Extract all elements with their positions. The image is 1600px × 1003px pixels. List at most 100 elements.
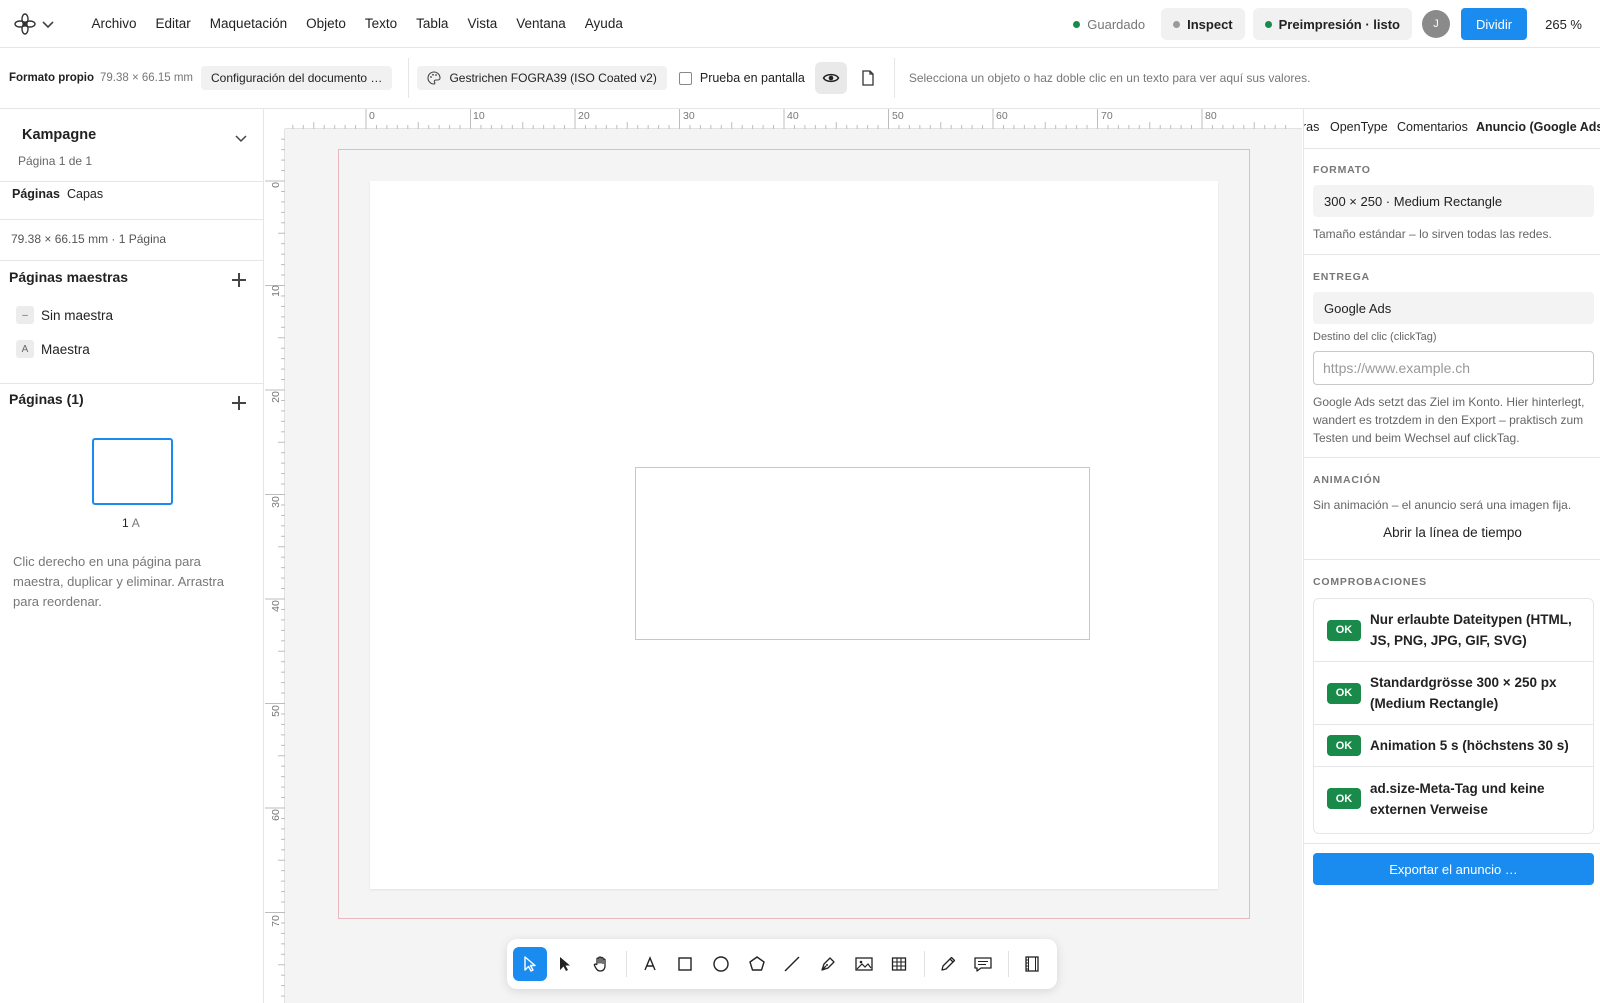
menu-vista[interactable]: Vista bbox=[458, 16, 507, 31]
add-page-icon[interactable] bbox=[232, 396, 246, 410]
ellipse-icon bbox=[713, 956, 729, 972]
chevron-down-icon[interactable] bbox=[234, 131, 248, 145]
check-item: OK Standardgrösse 300 × 250 px (Medium R… bbox=[1314, 662, 1593, 725]
open-timeline-button[interactable]: Abrir la línea de tiempo bbox=[1304, 525, 1600, 540]
tool-direct-select[interactable] bbox=[549, 947, 583, 981]
ok-badge: OK bbox=[1327, 788, 1361, 809]
tool-table[interactable] bbox=[882, 947, 916, 981]
color-profile-button[interactable]: Gestrichen FOGRA39 (ISO Coated v2) bbox=[417, 66, 667, 90]
app-logo-menu[interactable] bbox=[14, 12, 74, 35]
preflight-label: Preimpresión · listo bbox=[1278, 16, 1400, 32]
check-text: ad.size-Meta-Tag und keine externen Verw… bbox=[1370, 780, 1545, 817]
direct-select-icon bbox=[560, 957, 571, 971]
eye-icon bbox=[822, 73, 840, 83]
export-ad-button[interactable]: Exportar el anuncio … bbox=[1313, 853, 1594, 885]
tool-polygon[interactable] bbox=[740, 947, 774, 981]
document-settings-button[interactable]: Configuración del documento … bbox=[201, 66, 393, 90]
format-label: Formato propio bbox=[9, 72, 94, 84]
canvas-area[interactable]: 0 10 20 30 40 50 60 70 80 0 10 20 30 40 … bbox=[265, 109, 1302, 1003]
tool-pencil[interactable] bbox=[931, 947, 965, 981]
ok-badge: OK bbox=[1327, 735, 1361, 756]
ruler-label: 40 bbox=[270, 600, 282, 612]
ruler-label: 20 bbox=[578, 110, 590, 122]
tab-ras[interactable]: ras bbox=[1304, 120, 1319, 134]
tab-opentype[interactable]: OpenType bbox=[1330, 120, 1388, 134]
polygon-icon bbox=[748, 956, 765, 971]
tool-select[interactable] bbox=[513, 947, 547, 981]
menu-texto[interactable]: Texto bbox=[355, 16, 406, 31]
animation-note: Sin animación – el anuncio será una imag… bbox=[1313, 498, 1572, 512]
check-item: OK ad.size-Meta-Tag und keine externen V… bbox=[1314, 767, 1593, 830]
left-panel: Kampagne Página 1 de 1 Páginas Capas 79.… bbox=[0, 109, 264, 1003]
menu-archivo[interactable]: Archivo bbox=[82, 16, 146, 31]
ruler-label: 30 bbox=[270, 496, 282, 508]
ruler-vertical[interactable]: 0 10 20 30 40 50 60 70 bbox=[265, 109, 285, 1003]
topbar-right: Guardado Inspect Preimpresión · listo J … bbox=[1073, 0, 1600, 48]
tool-ellipse[interactable] bbox=[704, 947, 738, 981]
clicktag-input[interactable] bbox=[1313, 351, 1594, 385]
menu-editar[interactable]: Editar bbox=[146, 16, 200, 31]
pages-title: Páginas (1) bbox=[9, 391, 84, 407]
ruler-label: 60 bbox=[270, 809, 282, 821]
document-title[interactable]: Kampagne bbox=[22, 127, 96, 143]
tool-rectangle[interactable] bbox=[669, 947, 703, 981]
save-status: Guardado bbox=[1073, 17, 1145, 32]
clicktag-label: Destino del clic (clickTag) bbox=[1313, 331, 1437, 343]
frame-icon bbox=[1025, 956, 1039, 972]
master-item-a[interactable]: A Maestra bbox=[16, 340, 90, 358]
menu-objeto[interactable]: Objeto bbox=[297, 16, 356, 31]
tool-pen[interactable] bbox=[811, 947, 845, 981]
tab-comentarios[interactable]: Comentarios bbox=[1397, 120, 1468, 134]
tool-notes[interactable] bbox=[967, 947, 1001, 981]
tool-hand[interactable] bbox=[584, 947, 618, 981]
master-item-none[interactable]: – Sin maestra bbox=[16, 306, 113, 324]
delivery-select[interactable]: Google Ads bbox=[1313, 292, 1594, 324]
menu-tabla[interactable]: Tabla bbox=[407, 16, 458, 31]
menu-ventana[interactable]: Ventana bbox=[507, 16, 576, 31]
page-thumbnail[interactable] bbox=[92, 438, 173, 505]
line-icon bbox=[784, 956, 800, 972]
notes-icon bbox=[974, 957, 993, 972]
divider bbox=[1304, 843, 1600, 844]
ruler-horizontal[interactable]: 0 10 20 30 40 50 60 70 80 bbox=[265, 109, 1302, 129]
ruler-label: 40 bbox=[787, 110, 799, 122]
zoom-level[interactable]: 265 % bbox=[1545, 17, 1582, 32]
page-master-letter: A bbox=[131, 516, 140, 530]
tool-text[interactable] bbox=[633, 947, 667, 981]
share-button[interactable]: Dividir bbox=[1461, 8, 1528, 40]
inspect-button[interactable]: Inspect bbox=[1161, 8, 1245, 40]
tools-toolbar bbox=[507, 939, 1057, 989]
preview-toggle-button[interactable] bbox=[814, 62, 847, 94]
rectangle-icon bbox=[678, 957, 693, 971]
tab-paginas[interactable]: Páginas bbox=[12, 187, 60, 201]
divider bbox=[1304, 457, 1600, 458]
softproof-checkbox[interactable] bbox=[678, 71, 692, 85]
chevron-down-icon bbox=[42, 20, 54, 28]
toolbar-separator bbox=[1008, 951, 1010, 977]
format-select[interactable]: 300 × 250 · Medium Rectangle bbox=[1313, 185, 1594, 217]
page-thumbnail-label: 1A bbox=[122, 516, 140, 530]
divider bbox=[1304, 254, 1600, 255]
toolbar-separator bbox=[924, 951, 926, 977]
ruler-label: 50 bbox=[892, 110, 904, 122]
tab-anuncio[interactable]: Anuncio (Google Ads) bbox=[1476, 120, 1600, 134]
add-master-icon[interactable] bbox=[232, 273, 246, 287]
document-page[interactable] bbox=[370, 181, 1218, 889]
softproof-toggle[interactable]: Prueba en pantalla bbox=[678, 71, 805, 85]
tool-line[interactable] bbox=[775, 947, 809, 981]
tool-image[interactable] bbox=[847, 947, 881, 981]
ruler-label: 70 bbox=[270, 915, 282, 927]
avatar[interactable]: J bbox=[1422, 10, 1450, 38]
menu-ayuda[interactable]: Ayuda bbox=[575, 16, 632, 31]
tab-capas[interactable]: Capas bbox=[67, 187, 103, 201]
tool-frame[interactable] bbox=[1015, 947, 1049, 981]
preflight-button[interactable]: Preimpresión · listo bbox=[1252, 8, 1412, 40]
menu-maquetacion[interactable]: Maquetación bbox=[200, 16, 296, 31]
ruler-label: 50 bbox=[270, 705, 282, 717]
master-badge: – bbox=[16, 306, 34, 324]
ok-badge: OK bbox=[1327, 619, 1361, 641]
text-frame[interactable] bbox=[635, 467, 1090, 640]
page-view-button[interactable] bbox=[852, 62, 884, 94]
check-item: OK Nur erlaubte Dateitypen (HTML, JS, PN… bbox=[1314, 599, 1593, 662]
right-panel-tabs: ras OpenType Comentarios Anuncio (Google… bbox=[1304, 109, 1600, 149]
